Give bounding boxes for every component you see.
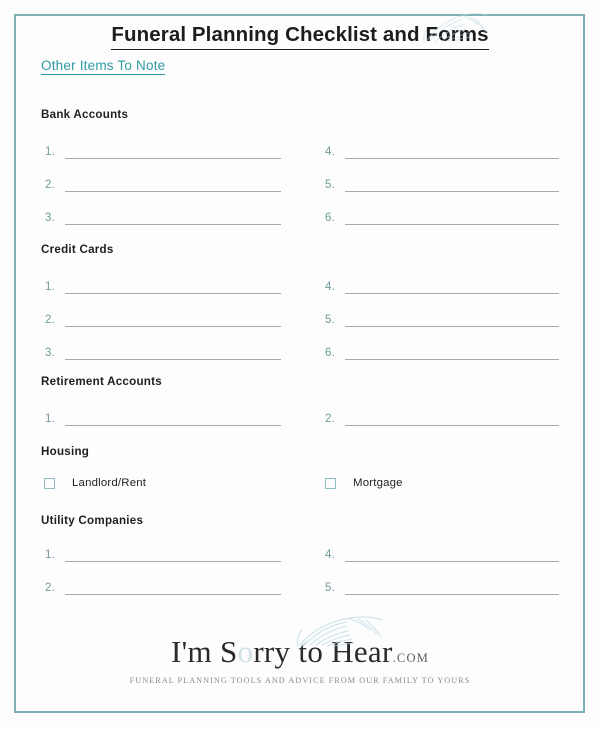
section-heading: Utility Companies xyxy=(41,514,144,527)
write-in-line[interactable] xyxy=(345,180,559,192)
write-in-line[interactable] xyxy=(345,213,559,225)
write-in-row[interactable]: 4. xyxy=(325,546,559,562)
site-footer: I'm Sorry to Hear.COM FUNERAL PLANNING T… xyxy=(0,616,600,685)
document-header: Funeral Planning Checklist and Forms xyxy=(0,23,600,50)
write-in-line[interactable] xyxy=(345,583,559,595)
row-number: 4. xyxy=(325,146,335,158)
write-in-row[interactable]: 5. xyxy=(325,311,559,327)
subtitle-wrap: Other Items To Note xyxy=(41,57,166,75)
row-number: 4. xyxy=(325,281,335,293)
row-number: 2. xyxy=(45,314,55,326)
write-in-line[interactable] xyxy=(345,282,559,294)
row-number: 3. xyxy=(45,347,55,359)
write-in-line[interactable] xyxy=(345,315,559,327)
write-in-line[interactable] xyxy=(65,550,281,562)
write-in-row[interactable]: 6. xyxy=(325,344,559,360)
checkbox-label: Mortgage xyxy=(353,477,403,489)
write-in-row[interactable]: 5. xyxy=(325,176,559,192)
write-in-line[interactable] xyxy=(65,315,281,327)
row-number: 6. xyxy=(325,212,335,224)
write-in-row[interactable]: 1. xyxy=(45,278,281,294)
write-in-line[interactable] xyxy=(65,348,281,360)
write-in-row[interactable]: 1. xyxy=(45,546,281,562)
checkbox-row[interactable]: Landlord/Rent xyxy=(44,475,146,491)
logo-tld: .COM xyxy=(392,651,430,665)
row-number: 5. xyxy=(325,314,335,326)
write-in-row[interactable]: 4. xyxy=(325,278,559,294)
row-number: 3. xyxy=(45,212,55,224)
write-in-line[interactable] xyxy=(345,147,559,159)
row-number: 2. xyxy=(325,413,335,425)
checkbox-row[interactable]: Mortgage xyxy=(325,475,403,491)
write-in-row[interactable]: 5. xyxy=(325,579,559,595)
section-heading: Credit Cards xyxy=(41,243,114,256)
write-in-line[interactable] xyxy=(345,414,559,426)
footer-tagline: FUNERAL PLANNING TOOLS AND ADVICE FROM O… xyxy=(129,676,471,685)
brand-logo: I'm Sorry to Hear.COM xyxy=(171,616,429,667)
logo-text-part1: I'm S xyxy=(170,634,238,669)
row-number: 5. xyxy=(325,582,335,594)
page-subtitle: Other Items To Note xyxy=(41,58,166,75)
row-number: 2. xyxy=(45,582,55,594)
write-in-row[interactable]: 3. xyxy=(45,209,281,225)
write-in-line[interactable] xyxy=(65,147,281,159)
write-in-line[interactable] xyxy=(65,213,281,225)
write-in-row[interactable]: 2. xyxy=(45,176,281,192)
write-in-row[interactable]: 2. xyxy=(45,311,281,327)
row-number: 6. xyxy=(325,347,335,359)
row-number: 5. xyxy=(325,179,335,191)
brand-logo-text: I'm Sorry to Hear.COM xyxy=(171,636,429,667)
write-in-line[interactable] xyxy=(65,414,281,426)
checkbox-icon[interactable] xyxy=(325,477,336,489)
logo-text-part2: rry to Hear xyxy=(253,634,393,669)
write-in-row[interactable]: 1. xyxy=(45,143,281,159)
section-heading: Bank Accounts xyxy=(41,108,129,121)
logo-text-o: o xyxy=(237,634,254,669)
write-in-row[interactable]: 2. xyxy=(45,579,281,595)
row-number: 1. xyxy=(45,281,55,293)
row-number: 2. xyxy=(45,179,55,191)
section-heading: Housing xyxy=(41,445,90,458)
row-number: 1. xyxy=(45,413,55,425)
write-in-line[interactable] xyxy=(345,550,559,562)
row-number: 1. xyxy=(45,549,55,561)
section-heading: Retirement Accounts xyxy=(41,375,162,388)
write-in-row[interactable]: 6. xyxy=(325,209,559,225)
page-title: Funeral Planning Checklist and Forms xyxy=(111,23,489,50)
write-in-row[interactable]: 2. xyxy=(325,410,559,426)
write-in-line[interactable] xyxy=(65,282,281,294)
checkbox-label: Landlord/Rent xyxy=(72,477,147,489)
write-in-line[interactable] xyxy=(65,180,281,192)
write-in-row[interactable]: 1. xyxy=(45,410,281,426)
checkbox-icon[interactable] xyxy=(44,477,55,489)
row-number: 4. xyxy=(325,549,335,561)
write-in-line[interactable] xyxy=(65,583,281,595)
write-in-row[interactable]: 3. xyxy=(45,344,281,360)
write-in-line[interactable] xyxy=(345,348,559,360)
printable-form-page: Funeral Planning Checklist and Forms Oth… xyxy=(0,0,600,729)
write-in-row[interactable]: 4. xyxy=(325,143,559,159)
row-number: 1. xyxy=(45,146,55,158)
